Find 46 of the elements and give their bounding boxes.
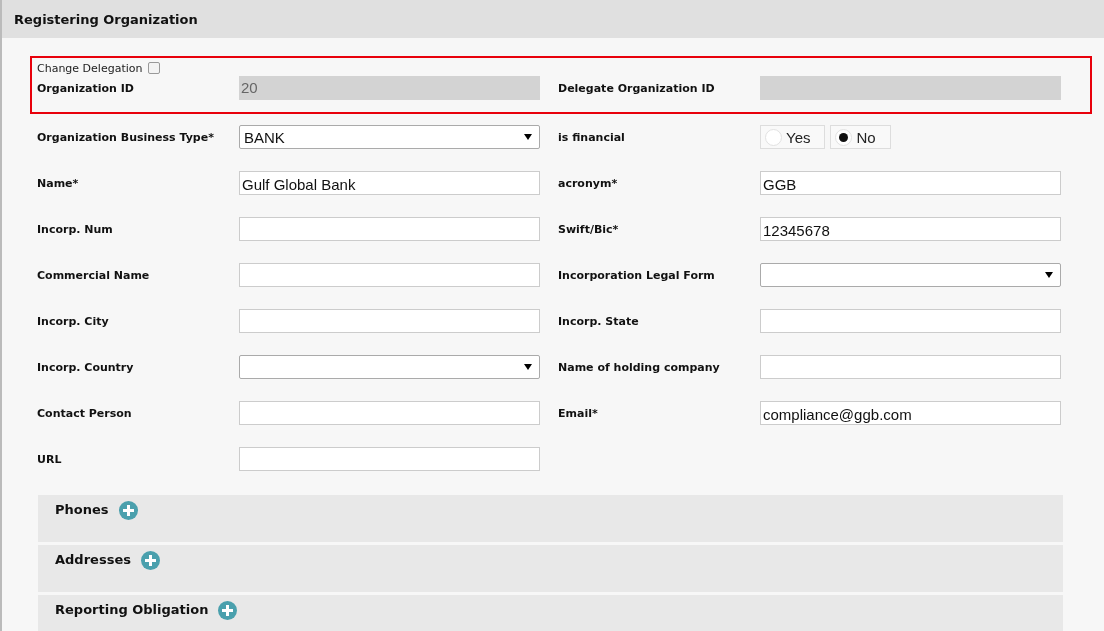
input-field[interactable] [239, 401, 540, 425]
input-field[interactable] [239, 263, 540, 287]
section-title: Phones [55, 502, 109, 517]
add-icon[interactable] [118, 501, 138, 520]
section-title: Addresses [55, 552, 131, 567]
dropdown-field[interactable] [760, 263, 1061, 287]
field-label: Name* [37, 176, 80, 190]
field-label: Delegate Organization ID [558, 81, 716, 95]
dropdown-field[interactable]: BANK [239, 125, 540, 149]
input-field[interactable] [760, 309, 1061, 333]
field-label: Commercial Name [37, 268, 151, 282]
field-label: Email* [558, 406, 599, 420]
field-label: acronym* [558, 176, 619, 190]
dropdown-field[interactable] [239, 355, 540, 379]
radio-option[interactable]: Yes [760, 125, 826, 149]
field-label: is financial [558, 130, 626, 144]
input-field[interactable]: GGB [760, 171, 1061, 195]
input-field[interactable] [239, 447, 540, 471]
add-icon[interactable] [140, 551, 160, 570]
field-label: Contact Person [37, 406, 133, 420]
field-label: Incorporation Legal Form [558, 268, 716, 282]
field-label: Name of holding company [558, 360, 721, 374]
field-label: Organization ID [37, 81, 135, 95]
dropdown-caret-icon [524, 134, 532, 140]
radio-option[interactable]: No [830, 125, 891, 149]
section-title: Reporting Obligation [55, 602, 209, 617]
field-label: Incorp. State [558, 314, 640, 328]
checkbox[interactable] [148, 62, 161, 74]
input-field[interactable] [239, 309, 540, 333]
input-field[interactable]: Gulf Global Bank [239, 171, 540, 195]
field-label: Incorp. Country [37, 360, 135, 374]
field-label: Incorp. Num [37, 222, 114, 236]
checkbox-label: Change Delegation [37, 62, 143, 75]
input-field[interactable] [239, 217, 540, 241]
input-field[interactable] [760, 355, 1061, 379]
add-icon[interactable] [218, 601, 238, 620]
field-label: Organization Business Type* [37, 130, 215, 144]
field-label: URL [37, 452, 63, 466]
dropdown-caret-icon [1045, 272, 1053, 278]
dropdown-caret-icon [524, 364, 532, 370]
panel-title: Registering Organization [14, 11, 198, 27]
field-label: Incorp. City [37, 314, 110, 328]
input-field[interactable]: 12345678 [760, 217, 1061, 241]
input-field[interactable]: compliance@ggb.com [760, 401, 1061, 425]
readonly-field: 20 [239, 76, 540, 100]
field-label: Swift/Bic* [558, 222, 620, 236]
